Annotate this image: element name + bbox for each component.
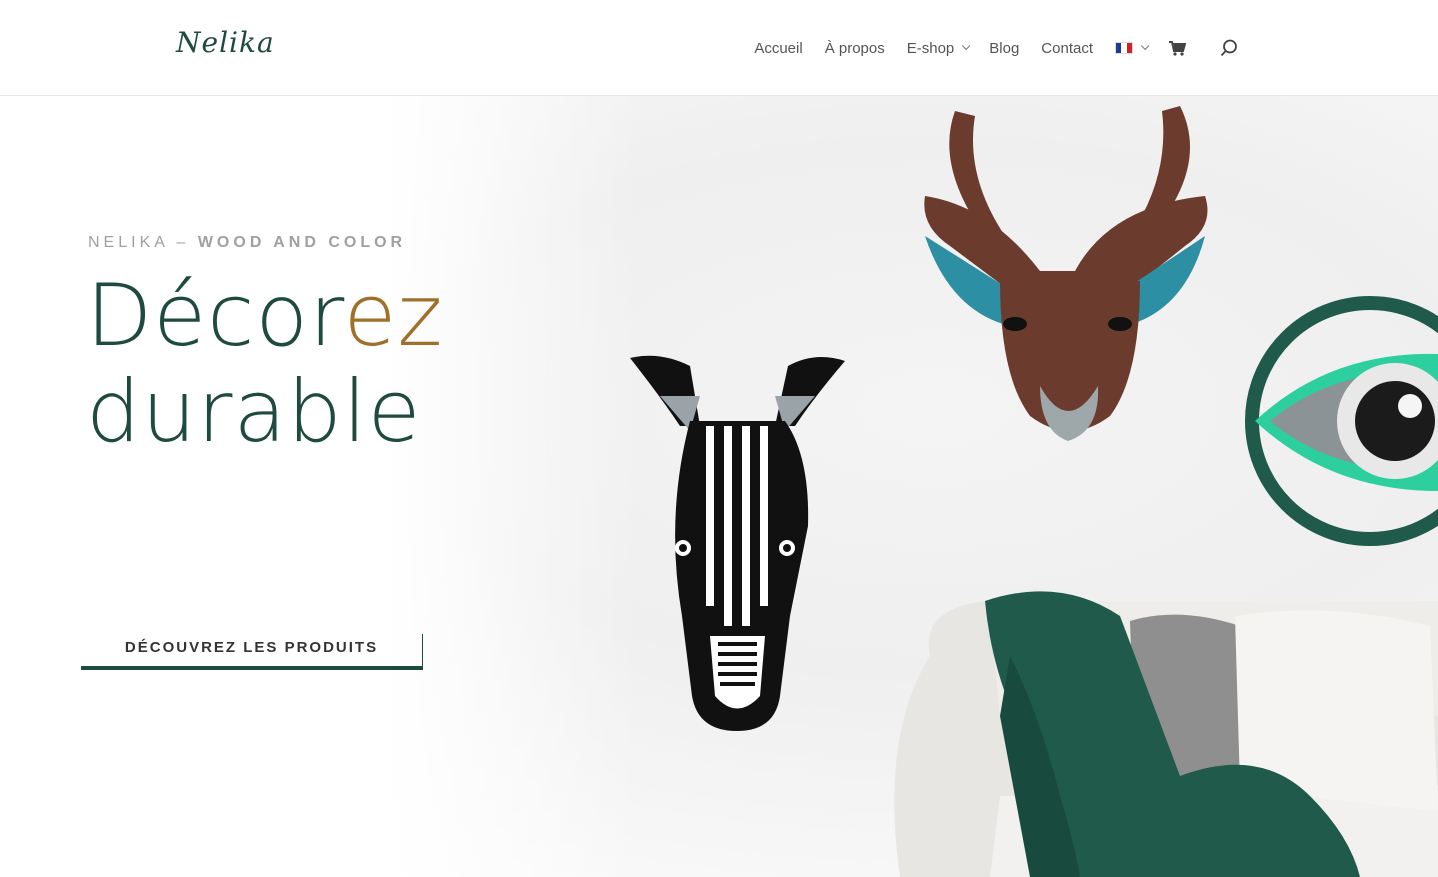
headline-accent: ez — [343, 266, 444, 366]
nav-item-label: Contact — [1041, 39, 1093, 57]
nav-item-label: Blog — [989, 39, 1020, 57]
main-nav: Accueil À propos E-shop Blog Contact — [732, 0, 1238, 96]
hero-eyebrow-bold: WOOD AND COLOR — [197, 234, 407, 251]
nav-item-accueil[interactable]: Accueil — [754, 40, 802, 57]
hero-eyebrow-light: NELIKA – — [88, 234, 198, 251]
nav-item-contact[interactable]: Contact — [1041, 40, 1093, 57]
headline-main: Décor — [86, 266, 344, 366]
zebra-decor-image — [630, 355, 845, 731]
site-header: Nelika Accueil À propos E-shop Blog Cont… — [0, 0, 1438, 96]
nav-item-blog[interactable]: Blog — [989, 40, 1019, 57]
hero-headline: Décorez durable — [86, 268, 446, 460]
fr-flag-icon — [1115, 42, 1133, 54]
cart-icon — [1169, 41, 1186, 56]
nav-item-label: E-shop — [906, 39, 955, 57]
antelope-decor-image — [924, 106, 1208, 441]
nav-item-a-propos[interactable]: À propos — [825, 40, 885, 57]
nav-item-label: À propos — [824, 39, 885, 57]
search-button[interactable] — [1220, 39, 1238, 57]
hero-eyebrow: NELIKA – WOOD AND COLOR — [88, 234, 406, 252]
hero-overlay — [0, 96, 640, 877]
discover-products-button[interactable]: DÉCOUVREZ LES PRODUITS — [81, 634, 423, 670]
eye-decor-image — [1245, 296, 1438, 546]
nav-item-label: Accueil — [754, 39, 803, 57]
search-icon — [1220, 39, 1237, 57]
sofa-image — [894, 591, 1438, 877]
chevron-down-icon — [1140, 41, 1150, 51]
cart-button[interactable] — [1168, 40, 1186, 56]
hero-section: NELIKA – WOOD AND COLOR Décorez durable … — [0, 96, 1438, 877]
chevron-down-icon — [962, 41, 971, 51]
nav-item-eshop[interactable]: E-shop — [906, 39, 971, 57]
headline-line-2: durable — [86, 362, 422, 462]
language-switcher[interactable] — [1115, 41, 1150, 54]
site-logo[interactable]: Nelika — [176, 26, 275, 66]
